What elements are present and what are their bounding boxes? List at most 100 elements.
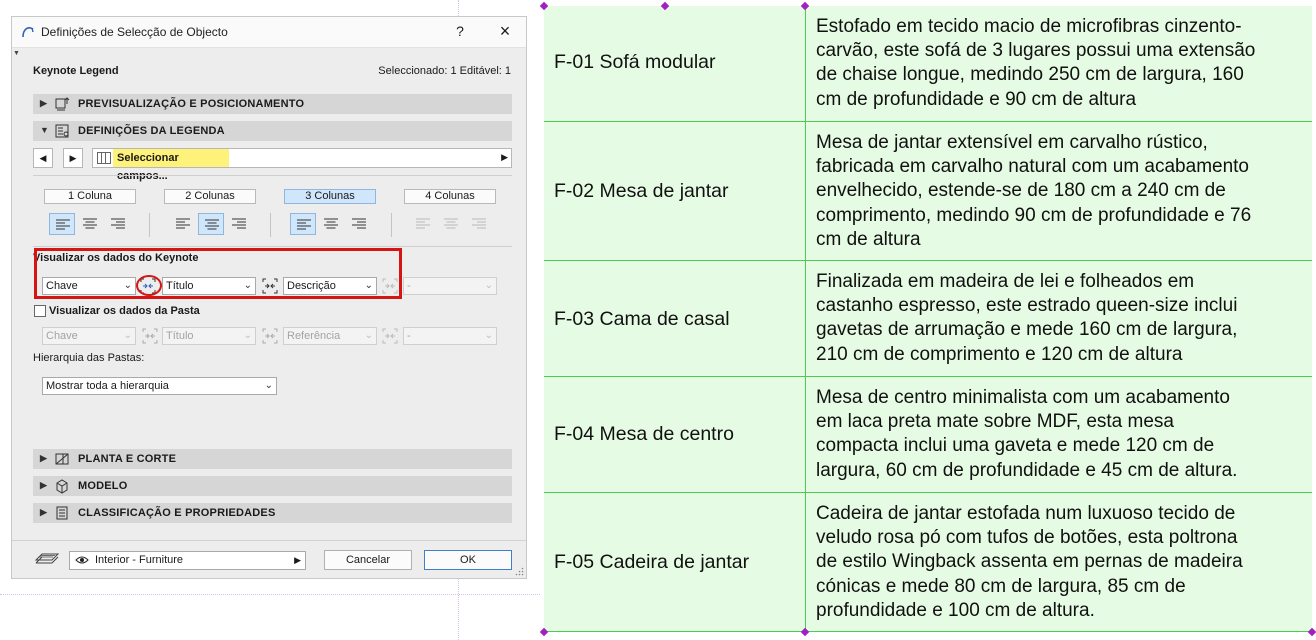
keynote-legend-table[interactable]: F-01 Sofá modular Estofado em tecido mac… xyxy=(544,6,1312,632)
separator-icon xyxy=(262,328,278,344)
section-label: MODELO xyxy=(78,480,128,492)
plan-section-icon xyxy=(55,453,69,465)
layer-select[interactable]: Interior - Furniture ▶ xyxy=(69,551,306,570)
description-line: Estofado em tecido macio de microfibras … xyxy=(816,16,1242,37)
cancel-button[interactable]: Cancelar xyxy=(324,550,412,570)
section-preview-positioning[interactable]: ▶ PREVISUALIZAÇÃO E POSICIONAMENTO xyxy=(33,94,512,114)
collapse-arrow-icon[interactable]: ▼ xyxy=(13,50,20,57)
align-right-icon[interactable] xyxy=(105,213,131,235)
selection-handle[interactable] xyxy=(1307,627,1316,637)
next-button[interactable]: ▶ xyxy=(63,148,83,168)
description-line: castanho espresso, este estrado queen-si… xyxy=(816,295,1238,317)
field-value: Mostrar toda a hierarquia xyxy=(46,380,169,392)
help-button[interactable]: ? xyxy=(452,23,468,41)
legend-description: Mesa de jantar extensível em carvalho rú… xyxy=(816,131,1306,252)
section-classification[interactable]: ▶ CLASSIFICAÇÃO E PROPRIEDADES xyxy=(33,503,512,523)
description-line: largura, 60 cm de profundidade e 45 cm d… xyxy=(816,459,1238,481)
chevron-right-icon: ▶ xyxy=(294,555,301,565)
highlight-circle xyxy=(136,275,162,296)
legend-description: Cadeira de jantar estofada num luxuoso t… xyxy=(816,502,1306,623)
description-line: Mesa de jantar extensível em carvalho rú… xyxy=(816,132,1208,153)
column-2-button[interactable]: 2 Colunas xyxy=(164,189,256,204)
chevron-down-icon: ⌄ xyxy=(484,280,493,291)
field-navigation-row: ◀ ▶ Seleccionar campos... ▶ xyxy=(33,148,512,182)
align-left-icon[interactable] xyxy=(49,213,75,235)
columns-icon xyxy=(97,152,111,164)
description-line: de chaise longue, medindo 250 cm de larg… xyxy=(816,64,1244,86)
expand-arrow-icon: ▶ xyxy=(40,480,48,490)
section-legend-settings[interactable]: ▼ DEFINIÇÕES DA LEGENDA xyxy=(33,121,512,141)
chevron-down-icon: ⌄ xyxy=(264,380,273,391)
legend-settings-icon xyxy=(55,124,69,138)
expand-arrow-icon: ▶ xyxy=(40,507,48,517)
field-value: Referência xyxy=(287,330,341,342)
description-line: cónicas e mede 80 cm de largura, 85 cm d… xyxy=(816,575,1186,597)
close-button[interactable]: × xyxy=(496,21,514,41)
column-divider xyxy=(805,6,806,632)
description-line: Cadeira de jantar estofada num luxuoso t… xyxy=(816,503,1236,524)
field-value: - xyxy=(407,330,411,342)
legend-description: Mesa de centro minimalista com um acabam… xyxy=(816,386,1306,483)
section-label: PLANTA E CORTE xyxy=(78,453,177,465)
legend-row: F-05 Cadeira de jantar Cadeira de jantar… xyxy=(544,493,1312,632)
previous-button[interactable]: ◀ xyxy=(33,148,53,168)
legend-description: Estofado em tecido macio de microfibras … xyxy=(816,15,1306,112)
title-bar[interactable]: Definições de Selecção de Objecto ? × xyxy=(12,17,526,48)
legend-row: F-04 Mesa de centro Mesa de centro minim… xyxy=(544,377,1312,493)
column-3-button[interactable]: 3 Colunas xyxy=(284,189,376,204)
column-1-button[interactable]: 1 Coluna xyxy=(44,189,136,204)
column-4-button[interactable]: 4 Colunas xyxy=(404,189,496,204)
description-line: fabricada em carvalho natural com um aca… xyxy=(816,156,1250,178)
legend-row: F-02 Mesa de jantar Mesa de jantar exten… xyxy=(544,122,1312,261)
description-line: cm de profundidade e 90 cm de altura xyxy=(816,88,1137,110)
legend-key: F-01 Sofá modular xyxy=(554,51,716,73)
selection-info: Seleccionado: 1 Editável: 1 xyxy=(378,65,511,77)
folder-field-4-select: - ⌄ xyxy=(403,327,497,345)
keynote-field-4-select: - ⌄ xyxy=(403,277,497,295)
field-value: Título xyxy=(166,330,194,342)
section-label: PREVISUALIZAÇÃO E POSICIONAMENTO xyxy=(78,98,305,110)
align-right-icon[interactable] xyxy=(346,213,372,235)
separator-icon xyxy=(142,328,158,344)
align-left-icon[interactable] xyxy=(170,213,196,235)
collapse-arrow-icon: ▼ xyxy=(40,125,50,135)
chevron-down-icon: ⌄ xyxy=(243,330,252,341)
hierarchy-label: Hierarquia das Pastas: xyxy=(33,352,145,364)
description-line: profundidade e 100 cm de altura. xyxy=(816,599,1095,621)
expand-arrow-icon: ▶ xyxy=(40,453,48,463)
preview-position-icon xyxy=(55,97,70,111)
section-model[interactable]: ▶ MODELO xyxy=(33,476,512,496)
align-right-icon[interactable] xyxy=(226,213,252,235)
align-center-icon[interactable] xyxy=(198,213,224,235)
description-line: Finalizada em madeira de lei e folheados… xyxy=(816,271,1195,292)
divider xyxy=(270,213,271,237)
align-center-icon[interactable] xyxy=(77,213,103,235)
archicad-arc-icon xyxy=(22,27,34,38)
description-line: Mesa de centro minimalista com um acabam… xyxy=(816,387,1230,408)
select-fields-label: Seleccionar campos... xyxy=(113,149,229,182)
section-label: DEFINIÇÕES DA LEGENDA xyxy=(78,125,225,137)
description-line: de estilo Wingback assenta em pernas de … xyxy=(816,551,1243,573)
folder-data-checkbox[interactable] xyxy=(34,305,46,317)
separator-icon xyxy=(382,328,398,344)
chevron-right-icon: ▶ xyxy=(501,152,508,162)
chevron-down-icon: ⌄ xyxy=(123,330,132,341)
hierarchy-select[interactable]: Mostrar toda a hierarquia ⌄ xyxy=(42,377,277,395)
align-center-icon[interactable] xyxy=(318,213,344,235)
object-settings-dialog: Definições de Selecção de Objecto ? × ▼ … xyxy=(11,16,527,579)
layer-name: Interior - Furniture xyxy=(95,554,184,566)
align-center-icon xyxy=(438,213,464,235)
description-line: em laca preta mate sobre MDF, esta mesa xyxy=(816,411,1174,433)
resize-grip-icon[interactable] xyxy=(515,567,524,576)
ok-button[interactable]: OK xyxy=(424,550,512,570)
highlight-box xyxy=(34,248,402,299)
folder-field-1-select: Chave ⌄ xyxy=(42,327,136,345)
legend-key: F-04 Mesa de centro xyxy=(554,423,734,445)
divider xyxy=(12,540,526,541)
section-label: CLASSIFICAÇÃO E PROPRIEDADES xyxy=(78,507,276,519)
expand-arrow-icon: ▶ xyxy=(40,98,48,108)
section-plan-section[interactable]: ▶ PLANTA E CORTE xyxy=(33,449,512,469)
select-fields-dropdown[interactable]: Seleccionar campos... ▶ xyxy=(92,148,512,182)
description-line: carvão, este sofá de 3 lugares possui um… xyxy=(816,40,1256,62)
align-left-icon[interactable] xyxy=(290,213,316,235)
